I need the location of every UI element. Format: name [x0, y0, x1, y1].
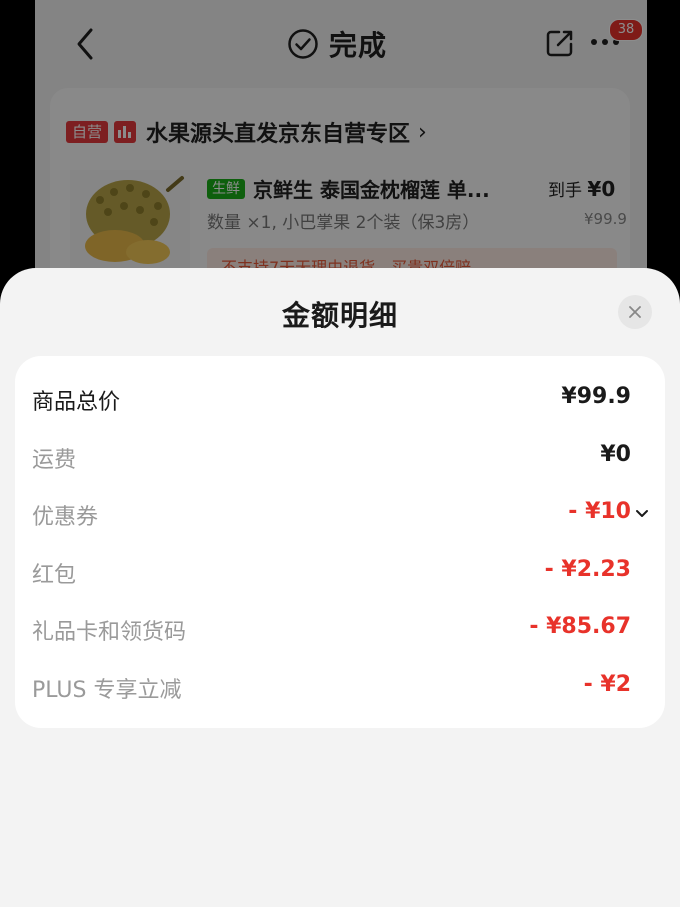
- close-button[interactable]: [618, 295, 652, 329]
- row-value: - ¥85.67: [529, 614, 631, 639]
- row-plus-discount: PLUS 专享立减 - ¥2: [15, 668, 665, 708]
- row-red-packet: 红包 - ¥2.23: [15, 553, 665, 593]
- row-label: 优惠券: [32, 505, 99, 530]
- amount-detail-sheet: 金额明细 商品总价 ¥99.9 运费 ¥0 优惠券 - ¥10 红包 - ¥2.…: [0, 268, 680, 907]
- row-coupon[interactable]: 优惠券 - ¥10: [15, 495, 665, 535]
- row-value: - ¥2: [583, 672, 631, 697]
- amount-detail-card: 商品总价 ¥99.9 运费 ¥0 优惠券 - ¥10 红包 - ¥2.23 礼品…: [15, 356, 665, 728]
- row-value: - ¥2.23: [544, 557, 631, 582]
- row-value: - ¥10: [568, 499, 631, 524]
- row-label: 礼品卡和领货码: [32, 620, 187, 645]
- row-label: PLUS 专享立减: [32, 678, 182, 703]
- sheet-title: 金额明细: [281, 299, 398, 332]
- row-gift-card: 礼品卡和领货码 - ¥85.67: [15, 610, 665, 650]
- close-icon: [629, 306, 641, 318]
- chevron-down-icon[interactable]: [635, 509, 649, 519]
- row-value: ¥99.9: [561, 384, 631, 409]
- row-value: ¥0: [600, 442, 631, 467]
- row-label: 商品总价: [32, 390, 121, 415]
- row-shipping: 运费 ¥0: [15, 438, 665, 478]
- row-goods-total: 商品总价 ¥99.9: [15, 380, 665, 420]
- row-label: 红包: [32, 563, 77, 588]
- screen: 完成 38 自营 水果源头直发京东自营专区 › 生鲜 京鲜生 泰国金枕榴莲 单.…: [0, 0, 680, 907]
- row-label: 运费: [32, 448, 77, 473]
